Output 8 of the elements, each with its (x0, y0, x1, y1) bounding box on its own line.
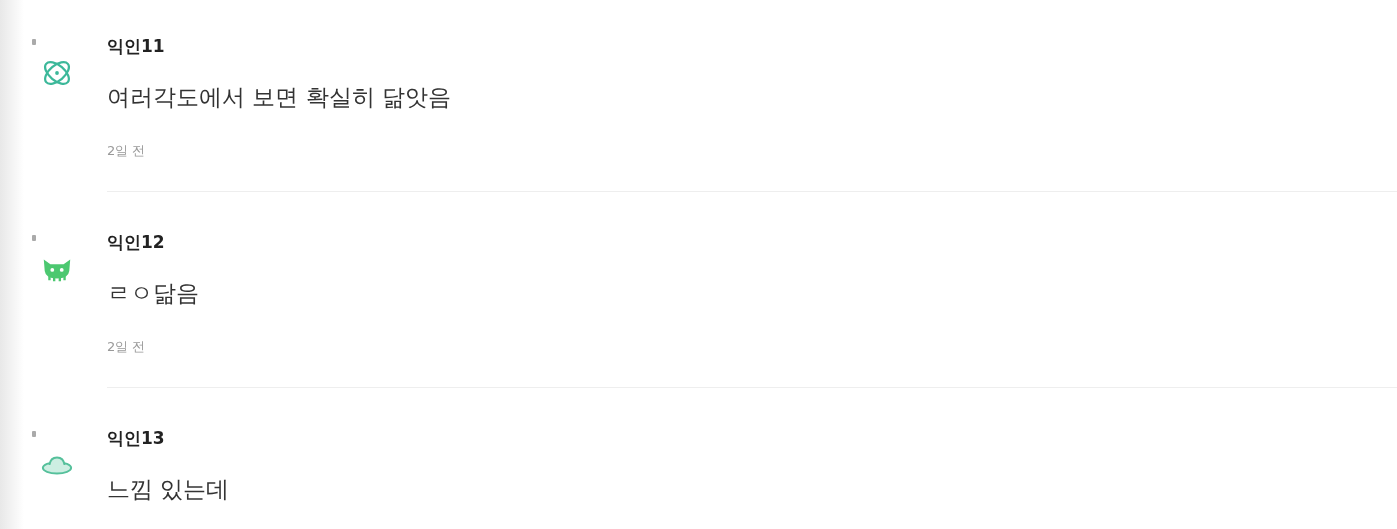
comment-text: ㄹㅇ닮음 (107, 279, 200, 308)
author-name: 익인13 (107, 427, 166, 450)
comment-text: 여러각도에서 보면 확실히 닮앗음 (107, 83, 452, 112)
author-name: 익인11 (107, 35, 166, 58)
comment-time: 2일 전 (107, 142, 147, 160)
author-name: 익인12 (107, 231, 166, 254)
comment-time: 2일 전 (107, 338, 147, 356)
comment-text: 느낌 있는데 (107, 475, 231, 504)
